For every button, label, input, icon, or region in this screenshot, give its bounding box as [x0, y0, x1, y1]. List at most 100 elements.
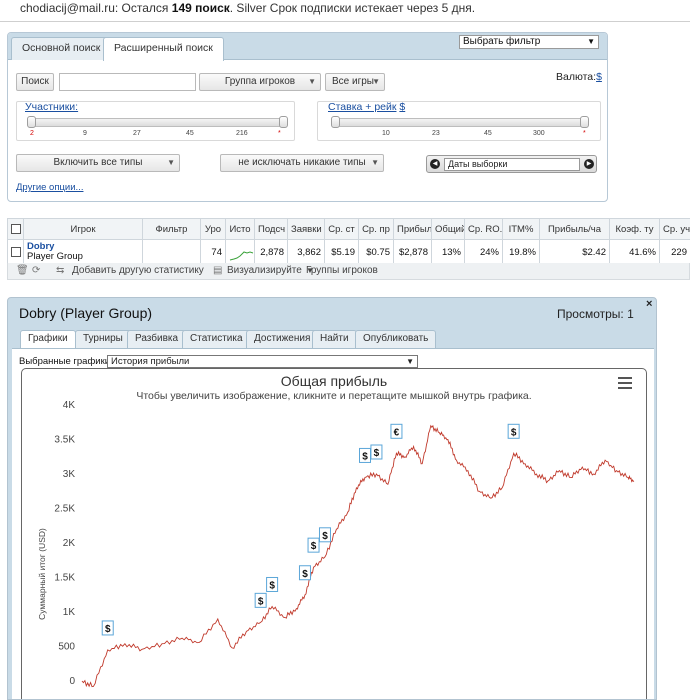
column-header[interactable]: Ср. пр: [358, 218, 394, 240]
trash-icon[interactable]: 🗑: [16, 263, 29, 278]
column-header[interactable]: Уро: [200, 218, 226, 240]
tab-graphs[interactable]: Графики: [20, 330, 76, 349]
subscription-bar: chodiacij@mail.ru: Остался 149 поиск. Si…: [0, 0, 690, 22]
chevron-down-icon: ▼: [372, 77, 380, 86]
chevron-down-icon: ▼: [587, 37, 595, 46]
participants-tick: *: [278, 130, 281, 137]
stake-slider-max-handle[interactable]: [580, 116, 589, 128]
search-button[interactable]: Поиск: [16, 73, 54, 91]
total-cell: 13%: [431, 239, 465, 265]
chevron-down-icon: ▼: [371, 158, 379, 167]
chart-marker-label: $: [269, 580, 275, 591]
chart-marker[interactable]: $: [307, 537, 320, 553]
chart-marker[interactable]: $: [359, 447, 372, 463]
graphs-tab-content: Выбранные графики: История прибыли ▼ Общ…: [12, 348, 654, 700]
table-toolbar: 🗑 ⟳ ⇆ Добавить другую статистику ▤ Визуа…: [7, 263, 690, 280]
add-stat-icon: ⇆: [56, 265, 65, 276]
column-header[interactable]: Общий: [431, 218, 465, 240]
filter-select-value: Выбрать фильтр: [463, 36, 541, 47]
visualize-link[interactable]: Визуализируйте: [227, 263, 302, 278]
y-tick-label: 1K: [63, 607, 76, 618]
column-header[interactable]: Фильтр: [142, 218, 201, 240]
column-header[interactable]: Коэф. ту: [609, 218, 660, 240]
chart-marker[interactable]: $: [370, 444, 383, 460]
player-groups-label: Группа игроков: [224, 76, 296, 87]
avg-profit-cell: $0.75: [358, 239, 394, 265]
profit-per-hour-cell: $2.42: [539, 239, 610, 265]
exclude-types-label: не исключать никакие типы: [238, 157, 366, 168]
search-input[interactable]: [59, 73, 196, 91]
stake-slider-track[interactable]: [332, 118, 589, 127]
chart-marker[interactable]: $: [507, 423, 520, 439]
stake-tick: *: [583, 130, 586, 137]
next-arrow-icon[interactable]: ▶: [584, 159, 594, 169]
exclude-types-button[interactable]: не исключать никакие типы ▼: [220, 154, 384, 172]
refresh-icon[interactable]: ⟳: [32, 263, 40, 278]
date-range-input[interactable]: Даты выборки: [444, 158, 580, 171]
participants-slider-max-handle[interactable]: [279, 116, 288, 128]
all-games-button[interactable]: Все игры ▼: [325, 73, 385, 91]
column-header[interactable]: Прибыл: [393, 218, 432, 240]
column-header[interactable]: Ср. ст: [324, 218, 359, 240]
close-icon[interactable]: ×: [646, 298, 652, 310]
chart-marker[interactable]: $: [101, 620, 114, 636]
stake-label[interactable]: Ставка + рейк: [328, 101, 396, 113]
participants-slider-min-handle[interactable]: [27, 116, 36, 128]
select-all-cell: [7, 218, 24, 240]
profit-chart[interactable]: Общая прибыль Чтобы увеличить изображени…: [21, 368, 647, 700]
include-types-button[interactable]: Включить все типы ▼: [16, 154, 180, 172]
tab-advanced-search[interactable]: Расширенный поиск: [103, 37, 224, 61]
column-header[interactable]: Ср. RO.: [464, 218, 503, 240]
column-header[interactable]: Исто: [225, 218, 255, 240]
column-header[interactable]: ITM%: [502, 218, 540, 240]
tab-basic-search[interactable]: Основной поиск: [11, 37, 112, 60]
chart-plot[interactable]: 0 500 1K 1.5K 2K 2.5K 3K 3.5K 4K $ $ $ $ $ $ $ $ € $: [22, 369, 646, 700]
chart-marker-label: €: [394, 427, 400, 438]
subscription-text: . Silver Срок подписки истекает через 5 …: [229, 1, 476, 15]
stake-slider-min-handle[interactable]: [331, 116, 340, 128]
chart-marker-label: $: [511, 427, 517, 438]
entries-cell: 3,862: [287, 239, 325, 265]
column-header[interactable]: Подсч: [254, 218, 288, 240]
search-count: 149 поиск: [171, 1, 230, 15]
tab-tournaments[interactable]: Турниры: [75, 330, 131, 348]
graphs-select[interactable]: История прибыли ▼: [107, 355, 418, 368]
chart-marker-label: $: [311, 541, 317, 552]
chevron-down-icon: ▼: [308, 77, 316, 86]
player-groups-menu-label: Группы игроков: [306, 265, 378, 276]
tab-breakdown[interactable]: Разбивка: [127, 330, 187, 348]
player-panel-title: Dobry (Player Group): [19, 305, 153, 321]
chart-marker[interactable]: $: [318, 527, 331, 543]
stake-filter: Ставка + рейк $ 10 23 45 300 *: [317, 101, 601, 141]
tab-find[interactable]: Найти: [312, 330, 357, 348]
column-header[interactable]: Заявки: [287, 218, 325, 240]
tab-achievements[interactable]: Достижения: [246, 330, 319, 348]
graphs-select-value: История прибыли: [111, 356, 190, 367]
stake-currency-link[interactable]: $: [399, 101, 405, 113]
filter-select[interactable]: Выбрать фильтр ▼: [459, 35, 599, 49]
chart-marker[interactable]: €: [390, 423, 403, 439]
search-panel: Основной поиск Расширенный поиск Выбрать…: [7, 32, 608, 202]
chart-marker[interactable]: $: [254, 592, 267, 608]
avg-stake-cell: $5.19: [324, 239, 359, 265]
chart-marker[interactable]: $: [298, 565, 311, 581]
add-stat-link[interactable]: Добавить другую статистику: [72, 263, 204, 278]
tab-statistics[interactable]: Статистика: [182, 330, 251, 348]
tab-publish[interactable]: Опубликовать: [355, 330, 437, 348]
chart-marker-label: $: [105, 624, 111, 635]
currency-link[interactable]: $: [596, 71, 602, 83]
column-header[interactable]: Ср. уч: [659, 218, 690, 240]
column-header[interactable]: Игрок: [23, 218, 143, 240]
participants-filter: Участники: 2 9 27 45 216 *: [16, 101, 295, 141]
participants-label[interactable]: Участники:: [25, 101, 78, 113]
participants-slider-track[interactable]: [28, 118, 288, 127]
chart-marker-label: $: [362, 451, 368, 462]
prev-arrow-icon[interactable]: ◀: [430, 159, 440, 169]
select-all-checkbox[interactable]: [11, 223, 21, 234]
player-groups-button[interactable]: Группа игроков ▼: [199, 73, 321, 91]
currency: Валюта:$: [556, 71, 602, 83]
chart-marker[interactable]: $: [266, 576, 279, 592]
row-checkbox[interactable]: [11, 246, 21, 257]
column-header[interactable]: Прибыль/ча: [539, 218, 610, 240]
other-options-link[interactable]: Другие опции...: [16, 182, 83, 193]
